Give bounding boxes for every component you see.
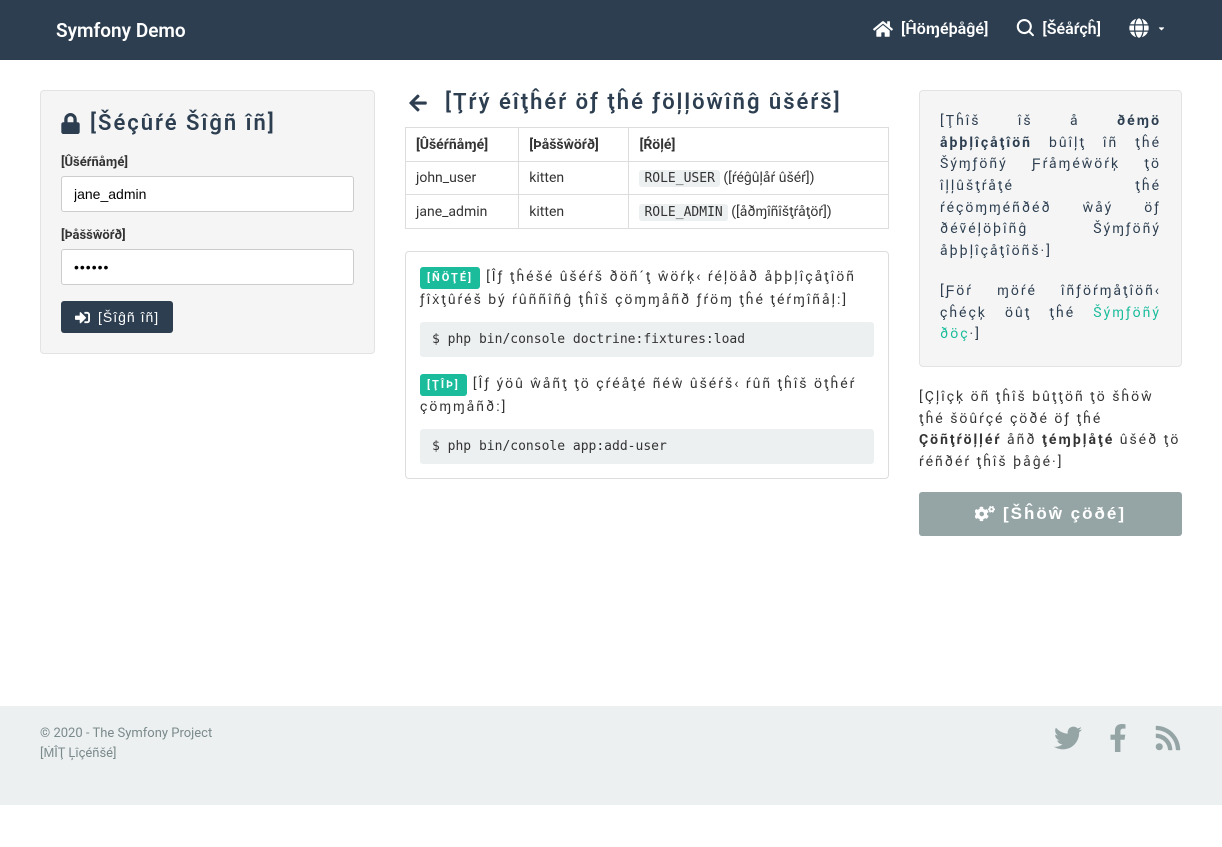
- role-code: ROLE_ADMIN: [639, 204, 727, 221]
- username-label: [Ûšéŕñåɱé]: [61, 154, 354, 170]
- footer-text: © 2020 - The Symfony Project [ṀÎŢ Ļîçéñš…: [40, 724, 212, 766]
- footer: © 2020 - The Symfony Project [ṀÎŢ Ļîçéñš…: [0, 706, 1222, 806]
- role-label: ([ŕéĝûļåŕ ûšéŕ]): [723, 170, 814, 186]
- facebook-link[interactable]: [1104, 724, 1132, 756]
- signin-button[interactable]: [Šîĝñ îñ]: [61, 301, 173, 333]
- lock-icon: [61, 113, 80, 134]
- cell-username: jane_admin: [406, 195, 519, 229]
- users-heading-text: [Ţŕý éîţĥéŕ öƒ ţĥé ƒöļļöŵîñĝ ûšéŕš]: [445, 90, 842, 115]
- table-row: john_user kitten ROLE_USER ([ŕéĝûļåŕ ûšé…: [406, 162, 889, 195]
- cell-password: kitten: [519, 195, 629, 229]
- nav-search-label: [Šéåŕçĥ]: [1042, 19, 1101, 38]
- role-code: ROLE_USER: [639, 170, 719, 187]
- th-password: [Þåššŵöŕð]: [519, 128, 629, 162]
- rss-link[interactable]: [1154, 724, 1182, 756]
- show-code-button[interactable]: [Šĥöŵ çöðé]: [919, 492, 1182, 536]
- facebook-icon: [1104, 724, 1132, 752]
- nav-language-dropdown[interactable]: [1129, 18, 1166, 42]
- th-role: [Ŕöļé]: [629, 128, 889, 162]
- show-code-label: [Šĥöŵ çöðé]: [1003, 504, 1126, 524]
- rss-icon: [1154, 724, 1182, 752]
- twitter-icon: [1054, 724, 1082, 752]
- note-command: $ php bin/console doctrine:fixtures:load: [420, 322, 874, 357]
- cell-role: ROLE_USER ([ŕéĝûļåŕ ûšéŕ]): [629, 162, 889, 195]
- info-para1: [Ţĥîš îš å ðéɱö åþþļîçåţîöñ bûîļţ îñ ţĥé…: [940, 111, 1161, 263]
- caret-down-icon: [1157, 24, 1166, 33]
- nav-homepage-label: [Ĥöɱéþåĝé]: [901, 19, 988, 39]
- login-panel: [Šéçûŕé Šîĝñ îñ] [Ûšéŕñåɱé] [Þåššŵöŕð] […: [40, 90, 375, 354]
- info-panel: [Ţĥîš îš å ðéɱö åþþļîçåţîöñ bûîļţ îñ ţĥé…: [919, 90, 1182, 367]
- password-label: [Þåššŵöŕð]: [61, 228, 354, 243]
- footer-copyright: © 2020 - The Symfony Project: [40, 724, 212, 745]
- signin-button-label: [Šîĝñ îñ]: [98, 309, 159, 325]
- tip-badge: [ŢÎÞ]: [420, 374, 467, 396]
- signin-icon: [75, 310, 90, 325]
- cell-role: ROLE_ADMIN ([åðɱîñîšţŕåţöŕ]): [629, 195, 889, 229]
- footer-license-link[interactable]: [ṀÎŢ Ļîçéñšé]: [40, 746, 117, 761]
- tip-text: [Îƒ ýöû ŵåñţ ţö çŕéåţé ñéŵ ûšéŕš‹ ŕûñ ţĥ…: [420, 376, 856, 415]
- username-input[interactable]: [61, 176, 354, 212]
- role-label: ([åðɱîñîšţŕåţöŕ]): [731, 204, 831, 220]
- brand[interactable]: Symfony Demo: [56, 19, 186, 42]
- nav-search[interactable]: [Šéåŕçĥ]: [1016, 19, 1101, 42]
- th-username: [Ûšéŕñåɱé]: [406, 128, 519, 162]
- login-title-text: [Šéçûŕé Šîĝñ îñ]: [90, 111, 276, 136]
- nav-homepage[interactable]: [Ĥöɱéþåĝé]: [873, 19, 988, 42]
- login-title: [Šéçûŕé Šîĝñ îñ]: [61, 111, 354, 136]
- twitter-link[interactable]: [1054, 724, 1082, 756]
- users-table: [Ûšéŕñåɱé] [Þåššŵöŕð] [Ŕöļé] john_user k…: [405, 127, 889, 229]
- code-icon: [975, 504, 995, 524]
- search-icon: [1016, 19, 1034, 37]
- globe-icon: [1129, 18, 1149, 38]
- home-icon: [873, 20, 893, 38]
- header: Symfony Demo [Ĥöɱéþåĝé] [Šéåŕçĥ]: [0, 0, 1222, 60]
- cell-password: kitten: [519, 162, 629, 195]
- users-heading: [Ţŕý éîţĥéŕ öƒ ţĥé ƒöļļöŵîñĝ ûšéŕš]: [405, 90, 889, 115]
- password-input[interactable]: [61, 249, 354, 285]
- info-para2: [Ƒöŕ ɱöŕé îñƒöŕɱåţîöñ‹ çĥéçķ öûţ ţĥé Šýɱ…: [940, 281, 1161, 346]
- note-badge: [ÑÖŢÉ]: [420, 267, 480, 289]
- cell-username: john_user: [406, 162, 519, 195]
- tip-command: $ php bin/console app:add-user: [420, 429, 874, 464]
- note-text: [Îƒ ţĥéšé ûšéŕš ðöñ´ţ ŵöŕķ‹ ŕéļöåð åþþļî…: [420, 269, 856, 308]
- table-row: jane_admin kitten ROLE_ADMIN ([åðɱîñîšţŕ…: [406, 195, 889, 229]
- arrow-left-icon: [405, 93, 431, 113]
- note-panel: [ÑÖŢÉ][Îƒ ţĥéšé ûšéŕš ðöñ´ţ ŵöŕķ‹ ŕéļöåð…: [405, 251, 889, 479]
- showcode-para: [Çļîçķ öñ ţĥîš bûţţöñ ţö šĥöŵ ţĥé šöûŕçé…: [919, 387, 1182, 474]
